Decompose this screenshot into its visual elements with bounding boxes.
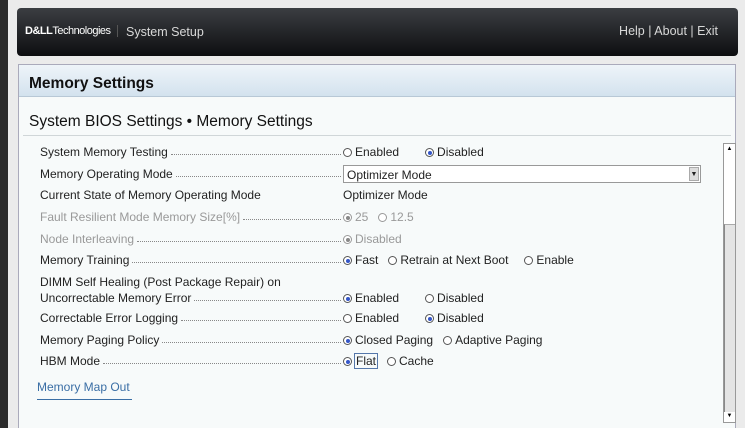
leader-dots	[170, 145, 341, 155]
divider	[23, 135, 731, 136]
radio-icon	[343, 357, 352, 366]
setting-label: Memory Operating Mode	[40, 167, 343, 181]
setting-label: Fault Resilient Mode Memory Size[%]	[40, 210, 343, 224]
setting-value: Optimizer Mode	[343, 188, 428, 202]
radio-flat[interactable]: Flat	[343, 353, 379, 369]
header-bar: D&LLTechnologies System Setup Help | Abo…	[17, 8, 738, 56]
chevron-down-icon: ▼	[689, 167, 699, 181]
leader-dots	[175, 167, 341, 177]
help-link[interactable]: Help	[619, 24, 645, 38]
setting-label: Correctable Error Logging	[40, 311, 343, 325]
about-link[interactable]: About	[654, 24, 687, 38]
setting-label: HBM Mode	[40, 354, 343, 368]
setting-row: Correctable Error Logging Enabled Disabled	[40, 308, 720, 328]
radio-icon	[387, 357, 397, 366]
radio-icon	[343, 314, 352, 323]
radio-icon	[425, 314, 435, 323]
leader-dots	[137, 232, 341, 242]
setting-label: Memory Training	[40, 253, 343, 267]
setting-row: Current State of Memory Operating Mode Op…	[40, 185, 720, 205]
setting-row: Fault Resilient Mode Memory Size[%] 25 12.…	[40, 207, 720, 227]
setting-row: HBM Mode Flat Cache	[40, 351, 720, 371]
dell-logo: D&LLTechnologies	[25, 25, 118, 37]
setting-label: Node Interleaving	[40, 232, 343, 246]
setting-label: Uncorrectable Memory Error	[40, 291, 343, 305]
radio-icon	[343, 148, 352, 157]
memory-map-out-link[interactable]: Memory Map Out	[37, 380, 132, 400]
radio-icon	[425, 294, 435, 303]
setting-row: DIMM Self Healing (Post Package Repair) …	[40, 275, 720, 308]
leader-dots	[103, 354, 341, 364]
radio-adaptive-paging[interactable]: Adaptive Paging	[443, 333, 542, 347]
radio-25: 25	[343, 210, 368, 224]
leader-dots	[243, 210, 341, 220]
radio-icon	[343, 235, 352, 244]
memory-settings-panel: Memory Settings System BIOS Settings • M…	[18, 64, 736, 428]
radio-12-5: 12.5	[378, 210, 414, 224]
radio-cache[interactable]: Cache	[387, 354, 434, 368]
radio-fast[interactable]: Fast	[343, 253, 378, 267]
memory-operating-mode-select[interactable]: Optimizer Mode ▼	[343, 165, 701, 183]
setting-label: Memory Paging Policy	[40, 333, 343, 347]
scroll-up-icon[interactable]: ▲	[724, 144, 735, 155]
radio-icon	[524, 256, 534, 265]
radio-icon	[443, 336, 453, 345]
leader-dots	[181, 311, 341, 321]
radio-icon	[378, 213, 388, 222]
scroll-down-icon[interactable]: ▼	[724, 411, 735, 422]
setting-row: Memory Paging Policy Closed Paging Adaptiv…	[40, 330, 720, 350]
left-edge	[0, 0, 8, 428]
leader-dots	[132, 253, 341, 263]
radio-enabled[interactable]: Enabled	[343, 291, 399, 305]
panel-title: Memory Settings	[19, 65, 735, 97]
setting-row: Memory Operating Mode Optimizer Mode ▼	[40, 164, 720, 184]
scroll-thumb[interactable]	[724, 224, 735, 412]
radio-icon	[343, 336, 352, 345]
scrollbar[interactable]: ▲ ▼	[723, 143, 736, 423]
radio-disabled[interactable]: Disabled	[425, 145, 484, 159]
radio-enabled[interactable]: Enabled	[343, 311, 399, 325]
exit-link[interactable]: Exit	[697, 24, 718, 38]
radio-icon	[388, 256, 398, 265]
setting-label: System Memory Testing	[40, 145, 343, 159]
header-links: Help | About | Exit	[619, 24, 718, 38]
setting-row: Node Interleaving Disabled	[40, 229, 720, 249]
radio-enable[interactable]: Enable	[524, 253, 574, 267]
radio-closed-paging[interactable]: Closed Paging	[343, 333, 433, 347]
radio-disabled[interactable]: Disabled	[425, 291, 484, 305]
radio-retrain-at-next-boot[interactable]: Retrain at Next Boot	[388, 253, 508, 267]
radio-disabled[interactable]: Disabled	[425, 311, 484, 325]
radio-icon	[343, 294, 352, 303]
radio-icon	[343, 256, 352, 265]
app-title: System Setup	[126, 25, 204, 39]
radio-icon	[425, 148, 435, 157]
setting-row: Memory Training Fast Retrain at Next Boot E…	[40, 250, 720, 270]
setting-row: System Memory Testing Enabled Disabled	[40, 142, 720, 162]
radio-enabled[interactable]: Enabled	[343, 145, 399, 159]
setting-label: Current State of Memory Operating Mode	[40, 188, 261, 202]
leader-dots	[194, 291, 341, 301]
setting-label-line1: DIMM Self Healing (Post Package Repair) …	[40, 275, 281, 289]
breadcrumb: System BIOS Settings • Memory Settings	[29, 113, 313, 130]
radio-icon	[343, 213, 352, 222]
radio-disabled: Disabled	[343, 232, 402, 246]
leader-dots	[162, 333, 341, 343]
